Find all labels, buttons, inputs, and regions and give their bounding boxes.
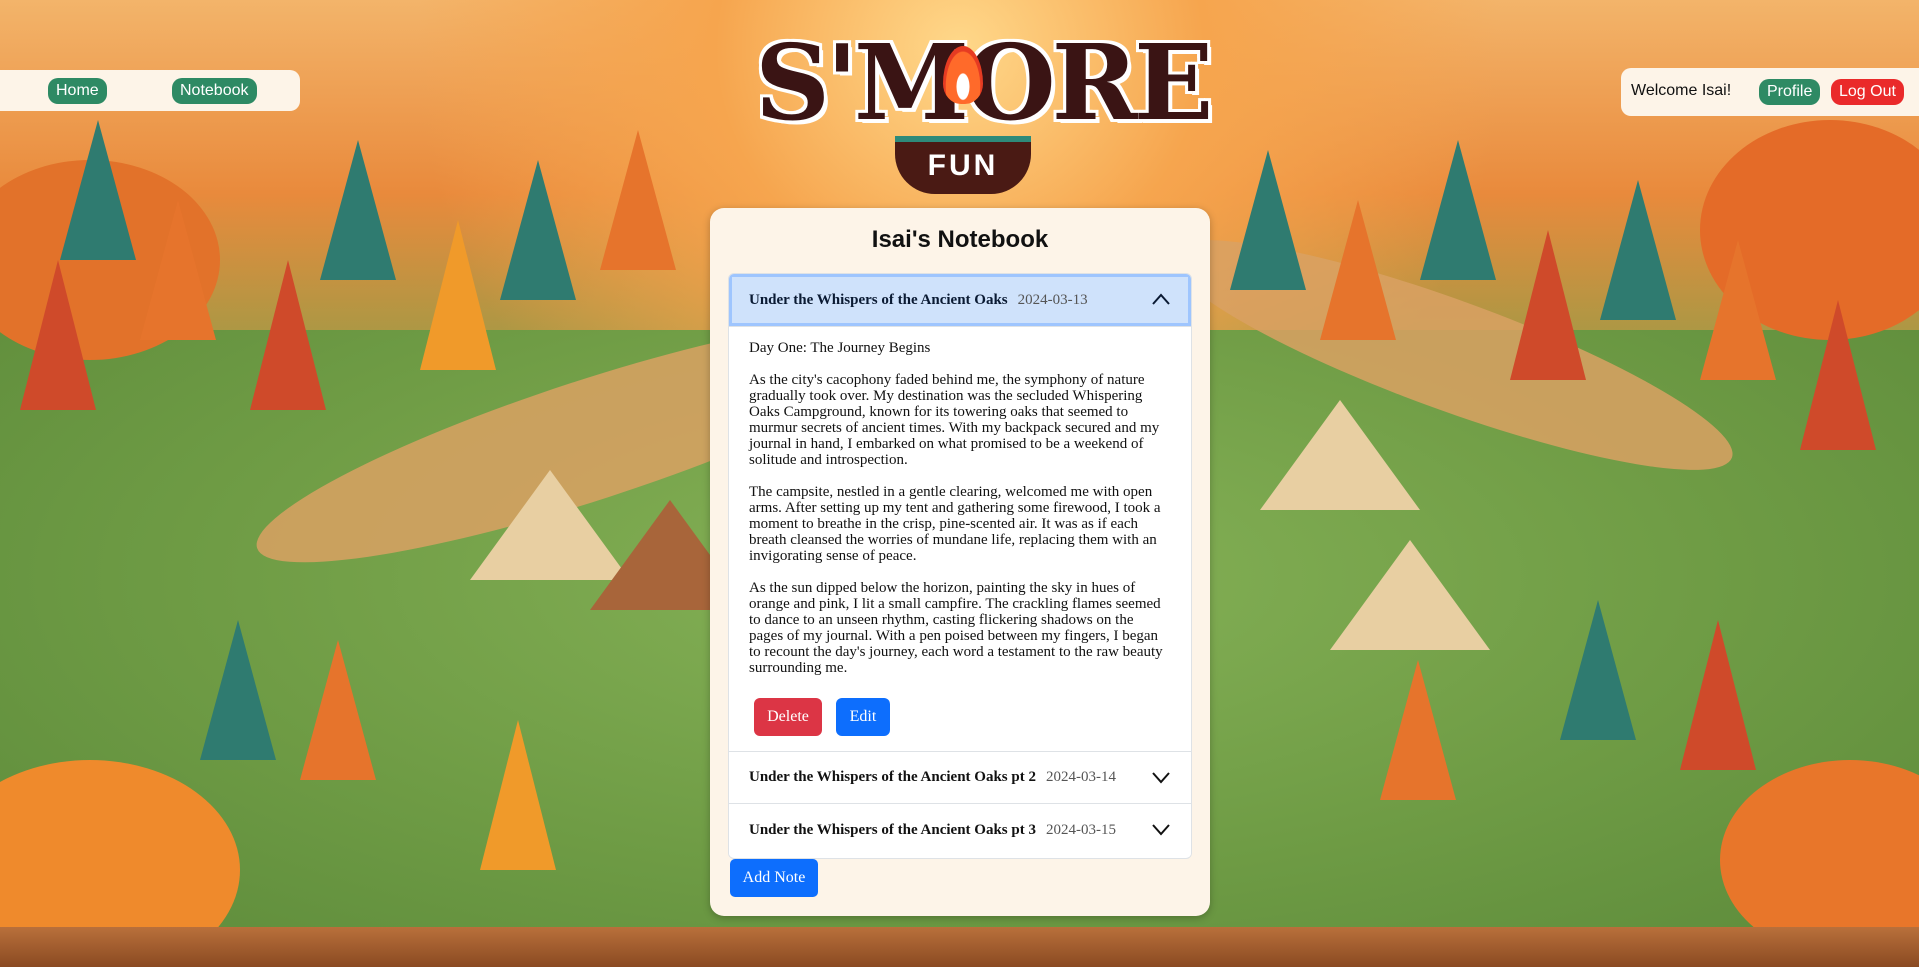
note-body-1: Day One: The Journey Begins As the city'… <box>729 328 1191 692</box>
notebook-link[interactable]: Notebook <box>172 78 257 104</box>
note-title: Under the Whispers of the Ancient Oaks <box>749 291 1008 308</box>
tree <box>1320 200 1396 340</box>
note-title: Under the Whispers of the Ancient Oaks p… <box>749 822 1036 838</box>
tree <box>1560 600 1636 740</box>
chevron-up-icon <box>1152 293 1170 305</box>
note-title: Under the Whispers of the Ancient Oaks p… <box>749 769 1036 785</box>
edit-button[interactable]: Edit <box>836 698 890 736</box>
chevron-down-icon <box>1152 824 1170 836</box>
note-header-1[interactable]: Under the Whispers of the Ancient Oaks 2… <box>729 274 1191 327</box>
tree <box>1420 140 1496 280</box>
tree <box>1800 300 1876 450</box>
tree <box>250 260 326 410</box>
welcome-text: Welcome Isai! <box>1631 82 1732 99</box>
tree <box>600 130 676 270</box>
nav-right: Welcome Isai! Profile Log Out <box>1621 68 1919 116</box>
note-header-2[interactable]: Under the Whispers of the Ancient Oaks p… <box>729 751 1191 804</box>
tree <box>20 260 96 410</box>
note-date: 2024-03-14 <box>1045 769 1116 785</box>
wooden-plank <box>0 927 1919 967</box>
logo-sub-text: FUN <box>895 136 1031 194</box>
chevron-down-icon <box>1152 772 1170 784</box>
tree <box>60 120 136 260</box>
tree <box>1680 620 1756 770</box>
note-paragraph: As the city's cacophony faded behind me,… <box>749 372 1160 468</box>
note-header-3[interactable]: Under the Whispers of the Ancient Oaks p… <box>729 804 1191 857</box>
tree <box>1380 660 1456 800</box>
page-title: Isai's Notebook <box>871 226 1049 253</box>
tent <box>1260 400 1420 510</box>
home-link[interactable]: Home <box>48 78 107 104</box>
notes-accordion: Under the Whispers of the Ancient Oaks 2… <box>728 273 1192 859</box>
tree <box>500 160 576 300</box>
tree <box>420 220 496 370</box>
logout-button[interactable]: Log Out <box>1831 79 1904 105</box>
tree <box>1510 230 1586 380</box>
note-paragraph: The campsite, nestled in a gentle cleari… <box>749 484 1161 564</box>
note-date: 2024-03-13 <box>1017 291 1088 308</box>
nav-left: Home Notebook <box>0 70 300 111</box>
smore-fun-logo: S'MORE FUN <box>755 18 1213 194</box>
tree <box>1600 180 1676 320</box>
tree <box>140 200 216 340</box>
profile-link[interactable]: Profile <box>1759 79 1821 105</box>
tree <box>200 620 276 760</box>
tree <box>320 140 396 280</box>
note-paragraph: As the sun dipped below the horizon, pai… <box>749 580 1163 676</box>
note-paragraph: Day One: The Journey Begins <box>749 340 931 356</box>
add-note-button[interactable]: Add Note <box>730 859 818 897</box>
tree <box>1700 240 1776 380</box>
note-date: 2024-03-15 <box>1045 822 1116 838</box>
tree <box>1230 150 1306 290</box>
tree <box>480 720 556 870</box>
delete-button[interactable]: Delete <box>754 698 822 736</box>
tent <box>1330 540 1490 650</box>
notebook-panel: Isai's Notebook Under the Whispers of th… <box>710 208 1210 916</box>
tree <box>300 640 376 780</box>
